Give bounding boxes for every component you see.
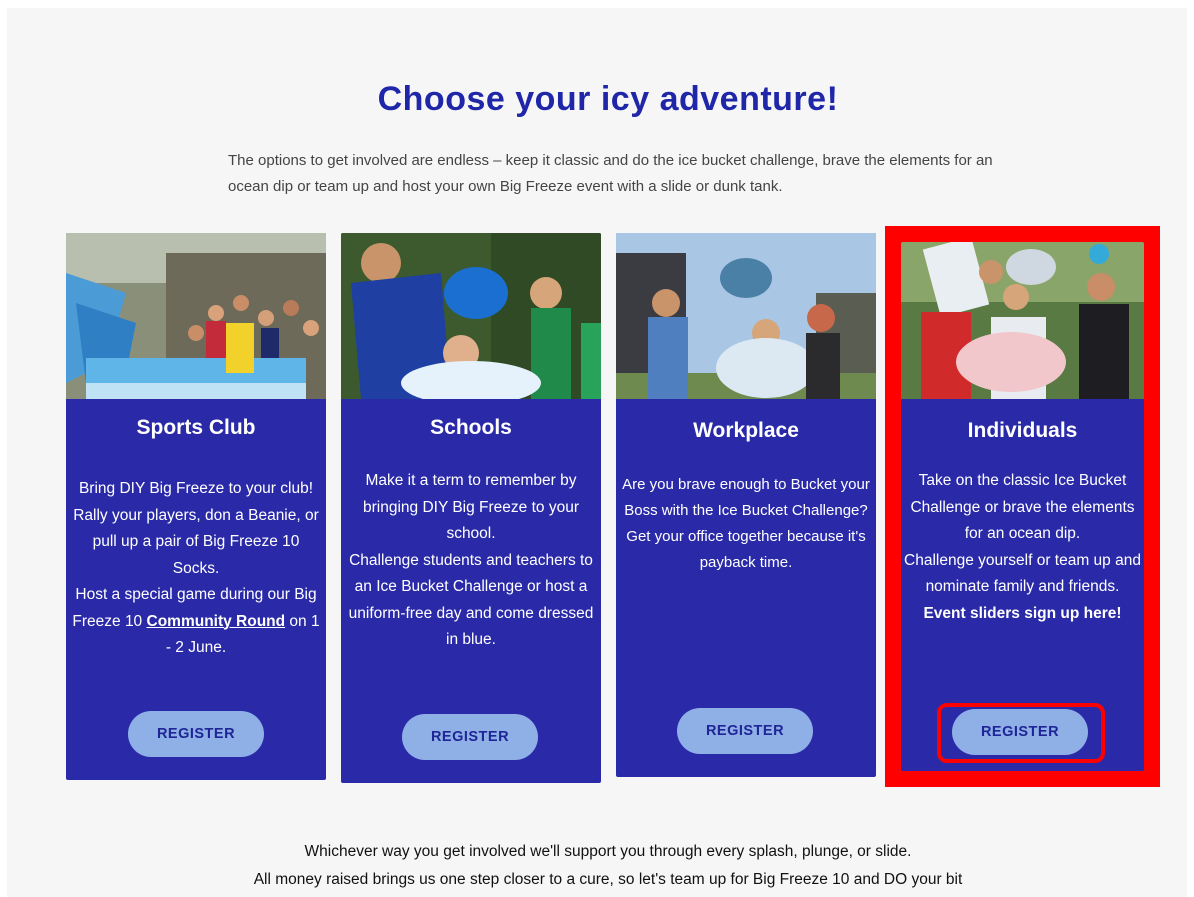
individuals-photo (901, 242, 1144, 399)
card-description: Make it a term to remember by bringing D… (347, 468, 595, 654)
workplace-photo (616, 233, 876, 399)
sports-club-photo (66, 233, 326, 399)
card-title: Sports Club (136, 416, 256, 439)
card-text: Host a special game during our Big Freez… (72, 582, 320, 662)
card-description: Take on the classic Ice Bucket Challenge… (901, 468, 1144, 627)
register-button-schools[interactable]: REGISTER (402, 714, 538, 760)
card-schools: Schools Make it a term to remember by br… (341, 233, 601, 783)
register-button-sports-club[interactable]: REGISTER (128, 711, 264, 757)
register-button-workplace[interactable]: REGISTER (677, 708, 813, 754)
page-title: Choose your icy adventure! (377, 80, 839, 118)
card-title: Individuals (967, 419, 1078, 442)
card-text: Make it a term to remember by bringing D… (363, 472, 579, 542)
card-description: Are you brave enough to Bucket your Boss… (622, 472, 870, 576)
card-sports-club: Sports Club Bring DIY Big Freeze to your… (66, 233, 326, 780)
card-text: Challenge students and teachers to an Ic… (348, 551, 594, 649)
community-round-link[interactable]: Community Round (147, 613, 286, 630)
schools-photo (341, 233, 601, 399)
footer-text: Whichever way you get involved we'll sup… (0, 838, 1194, 894)
card-text: Bring DIY Big Freeze to your club! Rally… (73, 480, 319, 577)
card-description: Bring DIY Big Freeze to your club! Rally… (72, 476, 320, 662)
intro-text: The options to get involved are endless … (228, 152, 993, 195)
card-text: Are you brave enough to Bucket your Boss… (622, 476, 870, 519)
footer-line: All money raised brings us one step clos… (253, 871, 963, 888)
card-workplace: Workplace Are you brave enough to Bucket… (616, 233, 876, 777)
card-title: Workplace (693, 419, 799, 442)
card-individuals: Individuals Take on the classic Ice Buck… (901, 242, 1144, 771)
card-text: Challenge yourself or team up and nomina… (904, 551, 1141, 596)
event-sliders-text: Event sliders sign up here! (923, 604, 1122, 622)
footer-line: Whichever way you get involved we'll sup… (304, 843, 912, 860)
card-text: Take on the classic Ice Bucket Challenge… (910, 472, 1135, 542)
register-button-individuals[interactable]: REGISTER (952, 709, 1088, 755)
card-text: Get your office together because it's pa… (626, 528, 866, 571)
card-title: Schools (430, 416, 512, 439)
